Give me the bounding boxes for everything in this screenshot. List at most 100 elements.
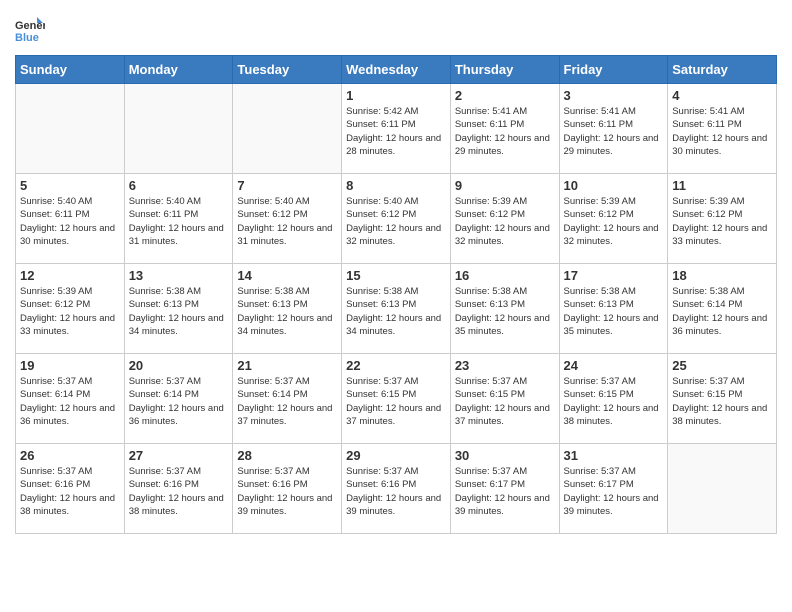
day-number: 20 xyxy=(129,358,229,373)
day-number: 8 xyxy=(346,178,446,193)
day-header-saturday: Saturday xyxy=(668,56,777,84)
day-number: 15 xyxy=(346,268,446,283)
day-info: Sunrise: 5:39 AM Sunset: 6:12 PM Dayligh… xyxy=(564,195,664,248)
day-number: 9 xyxy=(455,178,555,193)
calendar-day: 30 Sunrise: 5:37 AM Sunset: 6:17 PM Dayli… xyxy=(450,444,559,534)
day-info: Sunrise: 5:37 AM Sunset: 6:15 PM Dayligh… xyxy=(672,375,772,428)
day-info: Sunrise: 5:41 AM Sunset: 6:11 PM Dayligh… xyxy=(455,105,555,158)
calendar-day: 16Sunrise: 5:38 AM Sunset: 6:13 PM Dayli… xyxy=(450,264,559,354)
calendar-day: 18 Sunrise: 5:38 AM Sunset: 6:14 PM Dayli… xyxy=(668,264,777,354)
calendar-day xyxy=(233,84,342,174)
calendar-day: 21Sunrise: 5:37 AM Sunset: 6:14 PM Dayli… xyxy=(233,354,342,444)
day-header-friday: Friday xyxy=(559,56,668,84)
calendar-day: 26 Sunrise: 5:37 AM Sunset: 6:16 PM Dayli… xyxy=(16,444,125,534)
svg-text:Blue: Blue xyxy=(15,32,39,44)
day-number: 23 xyxy=(455,358,555,373)
day-number: 27 xyxy=(129,448,229,463)
day-info: Sunrise: 5:38 AM Sunset: 6:13 PM Dayligh… xyxy=(237,285,337,338)
day-number: 24 xyxy=(564,358,664,373)
day-info: Sunrise: 5:38 AM Sunset: 6:13 PM Dayligh… xyxy=(455,285,555,338)
day-info: Sunrise: 5:37 AM Sunset: 6:16 PM Dayligh… xyxy=(237,465,337,518)
day-info: Sunrise: 5:37 AM Sunset: 6:17 PM Dayligh… xyxy=(564,465,664,518)
day-info: Sunrise: 5:38 AM Sunset: 6:13 PM Dayligh… xyxy=(564,285,664,338)
day-number: 6 xyxy=(129,178,229,193)
day-info: Sunrise: 5:37 AM Sunset: 6:16 PM Dayligh… xyxy=(20,465,120,518)
day-info: Sunrise: 5:38 AM Sunset: 6:13 PM Dayligh… xyxy=(129,285,229,338)
day-number: 2 xyxy=(455,88,555,103)
day-number: 25 xyxy=(672,358,772,373)
calendar-day xyxy=(124,84,233,174)
day-info: Sunrise: 5:37 AM Sunset: 6:17 PM Dayligh… xyxy=(455,465,555,518)
day-info: Sunrise: 5:40 AM Sunset: 6:12 PM Dayligh… xyxy=(237,195,337,248)
calendar-day: 10 Sunrise: 5:39 AM Sunset: 6:12 PM Dayli… xyxy=(559,174,668,264)
calendar-table: SundayMondayTuesdayWednesdayThursdayFrid… xyxy=(15,55,777,534)
calendar-day: 14 Sunrise: 5:38 AM Sunset: 6:13 PM Dayli… xyxy=(233,264,342,354)
day-info: Sunrise: 5:42 AM Sunset: 6:11 PM Dayligh… xyxy=(346,105,446,158)
logo-icon: General Blue xyxy=(15,15,45,45)
day-info: Sunrise: 5:40 AM Sunset: 6:11 PM Dayligh… xyxy=(20,195,120,248)
calendar-day: 23 Sunrise: 5:37 AM Sunset: 6:15 PM Dayli… xyxy=(450,354,559,444)
calendar-day: 5 Sunrise: 5:40 AM Sunset: 6:11 PM Daylig… xyxy=(16,174,125,264)
day-number: 11 xyxy=(672,178,772,193)
calendar-day xyxy=(16,84,125,174)
day-number: 17 xyxy=(564,268,664,283)
day-info: Sunrise: 5:41 AM Sunset: 6:11 PM Dayligh… xyxy=(672,105,772,158)
calendar-body: 1 Sunrise: 5:42 AM Sunset: 6:11 PM Daylig… xyxy=(16,84,777,534)
calendar-week-2: 5 Sunrise: 5:40 AM Sunset: 6:11 PM Daylig… xyxy=(16,174,777,264)
day-number: 19 xyxy=(20,358,120,373)
day-number: 1 xyxy=(346,88,446,103)
day-info: Sunrise: 5:37 AM Sunset: 6:16 PM Dayligh… xyxy=(129,465,229,518)
day-number: 14 xyxy=(237,268,337,283)
calendar-day: 29 Sunrise: 5:37 AM Sunset: 6:16 PM Dayli… xyxy=(342,444,451,534)
day-info: Sunrise: 5:37 AM Sunset: 6:16 PM Dayligh… xyxy=(346,465,446,518)
day-header-tuesday: Tuesday xyxy=(233,56,342,84)
day-number: 5 xyxy=(20,178,120,193)
day-header-wednesday: Wednesday xyxy=(342,56,451,84)
day-header-monday: Monday xyxy=(124,56,233,84)
day-info: Sunrise: 5:37 AM Sunset: 6:15 PM Dayligh… xyxy=(564,375,664,428)
calendar-day: 17 Sunrise: 5:38 AM Sunset: 6:13 PM Dayli… xyxy=(559,264,668,354)
day-number: 13 xyxy=(129,268,229,283)
day-info: Sunrise: 5:39 AM Sunset: 6:12 PM Dayligh… xyxy=(672,195,772,248)
calendar-day: 9Sunrise: 5:39 AM Sunset: 6:12 PM Daylig… xyxy=(450,174,559,264)
day-number: 30 xyxy=(455,448,555,463)
day-number: 10 xyxy=(564,178,664,193)
calendar-day: 22 Sunrise: 5:37 AM Sunset: 6:15 PM Dayli… xyxy=(342,354,451,444)
day-number: 26 xyxy=(20,448,120,463)
day-number: 3 xyxy=(564,88,664,103)
calendar-day: 31Sunrise: 5:37 AM Sunset: 6:17 PM Dayli… xyxy=(559,444,668,534)
calendar-day: 11 Sunrise: 5:39 AM Sunset: 6:12 PM Dayli… xyxy=(668,174,777,264)
calendar-day: 19 Sunrise: 5:37 AM Sunset: 6:14 PM Dayli… xyxy=(16,354,125,444)
calendar-day: 6 Sunrise: 5:40 AM Sunset: 6:11 PM Daylig… xyxy=(124,174,233,264)
calendar-day: 2 Sunrise: 5:41 AM Sunset: 6:11 PM Daylig… xyxy=(450,84,559,174)
day-info: Sunrise: 5:37 AM Sunset: 6:15 PM Dayligh… xyxy=(455,375,555,428)
day-info: Sunrise: 5:38 AM Sunset: 6:14 PM Dayligh… xyxy=(672,285,772,338)
day-info: Sunrise: 5:40 AM Sunset: 6:11 PM Dayligh… xyxy=(129,195,229,248)
calendar-week-4: 19 Sunrise: 5:37 AM Sunset: 6:14 PM Dayli… xyxy=(16,354,777,444)
day-number: 28 xyxy=(237,448,337,463)
day-number: 18 xyxy=(672,268,772,283)
day-number: 29 xyxy=(346,448,446,463)
day-header-thursday: Thursday xyxy=(450,56,559,84)
day-info: Sunrise: 5:41 AM Sunset: 6:11 PM Dayligh… xyxy=(564,105,664,158)
calendar-week-1: 1 Sunrise: 5:42 AM Sunset: 6:11 PM Daylig… xyxy=(16,84,777,174)
calendar-day: 27 Sunrise: 5:37 AM Sunset: 6:16 PM Dayli… xyxy=(124,444,233,534)
day-info: Sunrise: 5:37 AM Sunset: 6:14 PM Dayligh… xyxy=(20,375,120,428)
calendar-week-5: 26 Sunrise: 5:37 AM Sunset: 6:16 PM Dayli… xyxy=(16,444,777,534)
day-info: Sunrise: 5:37 AM Sunset: 6:15 PM Dayligh… xyxy=(346,375,446,428)
day-info: Sunrise: 5:37 AM Sunset: 6:14 PM Dayligh… xyxy=(129,375,229,428)
calendar-day: 28 Sunrise: 5:37 AM Sunset: 6:16 PM Dayli… xyxy=(233,444,342,534)
calendar-day xyxy=(668,444,777,534)
day-number: 12 xyxy=(20,268,120,283)
day-number: 22 xyxy=(346,358,446,373)
calendar-day: 1 Sunrise: 5:42 AM Sunset: 6:11 PM Daylig… xyxy=(342,84,451,174)
calendar-day: 3 Sunrise: 5:41 AM Sunset: 6:11 PM Daylig… xyxy=(559,84,668,174)
day-number: 21 xyxy=(237,358,337,373)
day-info: Sunrise: 5:39 AM Sunset: 6:12 PM Dayligh… xyxy=(20,285,120,338)
calendar-day: 7Sunrise: 5:40 AM Sunset: 6:12 PM Daylig… xyxy=(233,174,342,264)
calendar-day: 8 Sunrise: 5:40 AM Sunset: 6:12 PM Daylig… xyxy=(342,174,451,264)
page-header: General Blue xyxy=(15,15,777,45)
day-info: Sunrise: 5:40 AM Sunset: 6:12 PM Dayligh… xyxy=(346,195,446,248)
calendar-header-row: SundayMondayTuesdayWednesdayThursdayFrid… xyxy=(16,56,777,84)
logo: General Blue xyxy=(15,15,45,45)
